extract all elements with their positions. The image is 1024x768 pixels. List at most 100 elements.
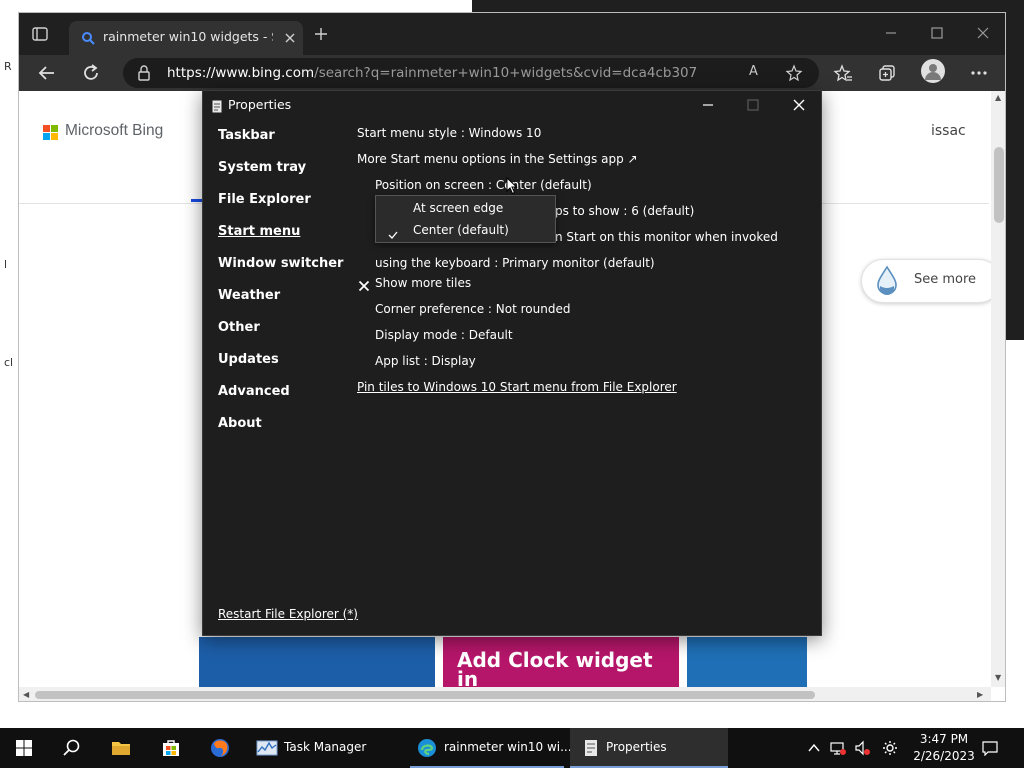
position-dropdown-menu: At screen edge Center (default) — [375, 195, 556, 243]
video-thumbnails: Add Clock widget in — [199, 637, 809, 689]
task-manager-icon — [256, 737, 278, 759]
see-more-card[interactable]: See more — [861, 259, 1001, 303]
notifications-icon[interactable] — [982, 740, 998, 757]
clock-time[interactable]: 3:47 PM — [914, 732, 974, 746]
nav-item-advanced[interactable]: Advanced — [218, 384, 338, 404]
close-tab-icon[interactable] — [283, 30, 297, 44]
nav-item-updates[interactable]: Updates — [218, 352, 338, 372]
scroll-down-icon[interactable]: ▼ — [995, 673, 1001, 682]
bing-logo-text[interactable]: Microsoft Bing — [65, 122, 185, 144]
more-options-icon[interactable] — [969, 63, 989, 83]
display-mode-option[interactable]: Display mode : Default — [375, 328, 513, 342]
restart-file-explorer-link[interactable]: Restart File Explorer (*) — [218, 607, 378, 625]
lock-icon[interactable] — [137, 65, 151, 81]
gear-icon[interactable] — [882, 740, 898, 756]
minimize-icon[interactable] — [700, 97, 716, 113]
network-icon[interactable] — [830, 740, 846, 756]
nav-item-other[interactable]: Other — [218, 320, 338, 340]
horizontal-scrollbar[interactable]: ◀ ▶ — [19, 687, 991, 701]
check-icon — [388, 225, 398, 239]
scroll-up-icon[interactable]: ▲ — [995, 93, 1001, 102]
dialog-title: Properties — [228, 97, 292, 112]
microsoft-logo-icon[interactable] — [43, 125, 59, 141]
taskbar-app-label: rainmeter win10 wi... — [444, 740, 572, 754]
scroll-right-icon[interactable]: ▶ — [977, 690, 983, 699]
thumbnail-caption: Add Clock widget in — [457, 648, 653, 691]
file-explorer-icon[interactable] — [110, 737, 132, 759]
show-more-tiles-option[interactable]: Show more tiles — [375, 276, 471, 290]
profile-avatar[interactable] — [921, 59, 945, 83]
properties-dialog: Properties Taskbar System tray File Expl… — [202, 90, 822, 636]
checked-x-icon — [358, 277, 370, 292]
browser-tab[interactable]: rainmeter win10 widgets - Searc — [69, 21, 303, 55]
address-bar[interactable]: https://www.bing.com/search?q=rainmeter+… — [123, 58, 819, 88]
document-icon — [212, 98, 222, 113]
firefox-icon[interactable] — [209, 737, 231, 759]
menu-item-center-default[interactable]: Center (default) — [376, 220, 555, 242]
chevron-up-icon[interactable] — [806, 740, 822, 756]
nav-item-about[interactable]: About — [218, 416, 338, 436]
read-aloud-icon[interactable]: A — [749, 64, 767, 82]
start-menu-style-option[interactable]: Start menu style : Windows 10 — [357, 126, 541, 140]
nav-item-taskbar[interactable]: Taskbar — [218, 128, 338, 148]
edge-icon — [416, 737, 438, 759]
pin-tiles-link[interactable]: Pin tiles to Windows 10 Start menu from … — [357, 380, 677, 394]
add-favorite-icon[interactable] — [785, 64, 803, 82]
minimize-icon[interactable] — [883, 25, 899, 41]
nav-item-start-menu[interactable]: Start menu — [218, 224, 338, 244]
maximize-icon[interactable] — [745, 97, 761, 113]
vertical-scrollbar[interactable]: ▲ ▼ — [991, 91, 1005, 687]
close-icon[interactable] — [791, 97, 807, 113]
more-options-link[interactable]: More Start menu options in the Settings … — [357, 152, 638, 166]
tab-title: rainmeter win10 widgets - Searc — [103, 29, 273, 44]
taskbar-app-properties[interactable]: Properties — [570, 728, 728, 768]
browser-toolbar: https://www.bing.com/search?q=rainmeter+… — [19, 55, 1005, 91]
tab-strip: rainmeter win10 widgets - Searc — [19, 13, 1005, 55]
taskbar-app-label: Properties — [606, 740, 667, 754]
nav-item-weather[interactable]: Weather — [218, 288, 338, 308]
menu-item-at-screen-edge[interactable]: At screen edge — [376, 198, 555, 220]
menu-item-label: Center (default) — [413, 223, 509, 237]
favorites-icon[interactable] — [833, 63, 853, 83]
background-window-edge — [1006, 0, 1024, 340]
collections-icon[interactable] — [877, 63, 897, 83]
windows-start-icon[interactable] — [13, 737, 35, 759]
scroll-left-icon[interactable]: ◀ — [23, 690, 29, 699]
maximize-icon[interactable] — [929, 25, 945, 41]
scroll-thumb[interactable] — [994, 147, 1004, 223]
url-path: /search?q=rainmeter+win10+widgets&cvid=d… — [314, 65, 697, 81]
refresh-icon[interactable] — [81, 63, 101, 83]
desktop-glyph: R — [4, 60, 12, 73]
clock-date[interactable]: 2/26/2023 — [908, 749, 980, 763]
url-text[interactable]: https://www.bing.com/search?q=rainmeter+… — [167, 65, 697, 83]
nav-item-system-tray[interactable]: System tray — [218, 160, 338, 180]
new-tab-icon[interactable] — [313, 26, 329, 42]
nav-item-file-explorer[interactable]: File Explorer — [218, 192, 338, 212]
video-thumbnail[interactable] — [199, 637, 435, 689]
signed-in-user[interactable]: issac — [931, 123, 971, 143]
tab-actions-icon[interactable] — [31, 25, 49, 43]
store-icon[interactable] — [160, 737, 182, 759]
nav-item-window-switcher[interactable]: Window switcher — [218, 256, 343, 276]
url-host: https://www.bing.com — [167, 65, 315, 81]
close-icon[interactable] — [975, 25, 991, 41]
taskbar: Task Manager rainmeter win10 wi... Prope… — [0, 728, 1024, 768]
taskbar-app-label: Task Manager — [284, 740, 367, 754]
video-thumbnail[interactable]: Add Clock widget in — [443, 637, 679, 689]
desktop-left-edge: R l cl — [0, 0, 18, 728]
recent-apps-option[interactable]: ps to show : 6 (default) — [555, 204, 694, 218]
corner-preference-option[interactable]: Corner preference : Not rounded — [375, 302, 570, 316]
bing-search-icon — [81, 30, 95, 45]
mouse-cursor-icon — [506, 176, 518, 195]
see-more-label: See more — [914, 272, 977, 287]
taskbar-app-task-manager[interactable]: Task Manager — [250, 728, 404, 768]
background-window-edge — [472, 0, 1024, 12]
app-list-option[interactable]: App list : Display — [375, 354, 476, 368]
volume-muted-icon[interactable] — [854, 740, 870, 756]
scroll-thumb[interactable] — [35, 691, 815, 699]
back-arrow-icon[interactable] — [37, 63, 57, 83]
taskbar-app-edge[interactable]: rainmeter win10 wi... — [410, 728, 572, 768]
position-on-screen-option[interactable]: Position on screen : Center (default) — [375, 178, 592, 192]
search-icon[interactable] — [61, 737, 83, 759]
video-thumbnail[interactable] — [687, 637, 807, 689]
